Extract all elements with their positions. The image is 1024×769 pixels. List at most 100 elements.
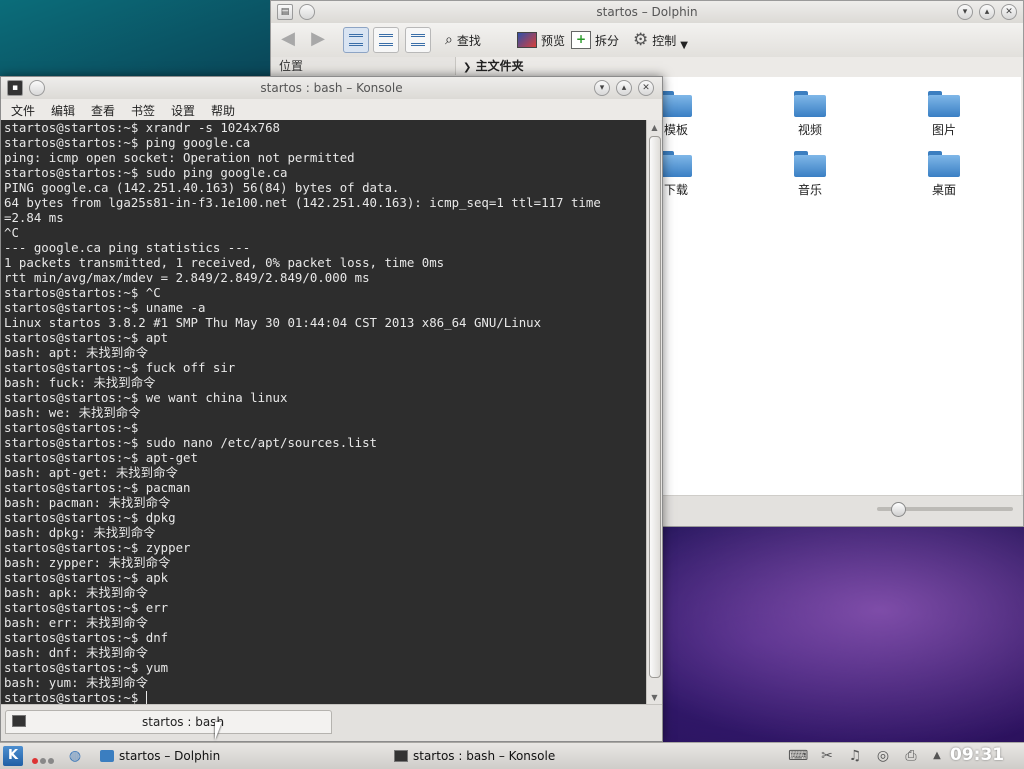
volume-icon[interactable]: ♫ [846, 747, 864, 765]
find-label: 查找 [456, 33, 481, 48]
control-button[interactable]: ⚙ 控制 ▼ [633, 29, 688, 51]
minimize-icon[interactable]: ▾ [957, 4, 973, 20]
konsole-title: startos : bash – Konsole [260, 81, 403, 95]
columns-view-button[interactable] [405, 27, 431, 53]
scroll-up-icon[interactable]: ▲ [647, 121, 662, 135]
split-icon: + [571, 31, 591, 49]
terminal-line: startos@startos:~$ apt-get [4, 450, 198, 465]
maximize-icon[interactable]: ▴ [616, 80, 632, 96]
folder-label: 图片 [931, 123, 956, 137]
folder-item[interactable]: 视频 [765, 91, 855, 138]
dolphin-title: startos – Dolphin [596, 5, 698, 19]
browser-icon[interactable]: ◍ [66, 747, 84, 765]
terminal-line: startos@startos:~$ apk [4, 570, 169, 585]
task-dolphin-label: startos – Dolphin [119, 749, 221, 763]
close-icon[interactable]: ✕ [1001, 4, 1017, 20]
chevron-down-icon: ▼ [680, 39, 688, 51]
terminal-line: startos@startos:~$ pacman [4, 480, 191, 495]
terminal-line: startos@startos:~$ dnf [4, 630, 169, 645]
chevron-up-icon[interactable]: ▲ [928, 747, 946, 765]
mouse-pointer-icon [215, 722, 222, 740]
split-button[interactable]: + 拆分 [571, 29, 619, 51]
terminal-line: bash: apt-get: 未找到命令 [4, 465, 178, 480]
terminal-line: startos@startos:~$ ping google.ca [4, 135, 251, 150]
folder-item[interactable]: 桌面 [899, 151, 989, 198]
preview-icon [517, 32, 537, 48]
terminal-line: bash: we: 未找到命令 [4, 405, 141, 420]
terminal-line: bash: pacman: 未找到命令 [4, 495, 171, 510]
terminal-output[interactable]: startos@startos:~$ xrandr -s 1024x768 sta… [1, 120, 646, 706]
pager-icon[interactable] [32, 753, 56, 767]
folder-icon [794, 91, 826, 117]
file-view[interactable]: 模板 视频 图片 下载 音乐 桌面 [660, 77, 1021, 497]
terminal-line: startos@startos:~$ ^C [4, 285, 161, 300]
menu-settings[interactable]: 设置 [171, 102, 195, 119]
menu-edit[interactable]: 编辑 [51, 102, 75, 119]
folder-icon [660, 91, 692, 117]
menu-file[interactable]: 文件 [11, 102, 35, 119]
task-dolphin[interactable]: startos – Dolphin [100, 743, 220, 769]
konsole-titlebar[interactable]: ▪ startos : bash – Konsole ▾ ▴ ✕ [1, 77, 662, 99]
minimize-icon[interactable]: ▾ [594, 80, 610, 96]
folder-icon [928, 91, 960, 117]
scrollbar-thumb[interactable] [649, 136, 661, 678]
terminal-line: startos@startos:~$ [4, 420, 139, 435]
dolphin-toolbar: ◀ ▶ ⌕ 查找 预览 + 拆分 ⚙ 控制 ▼ [271, 23, 1023, 57]
terminal-line: bash: err: 未找到命令 [4, 615, 149, 630]
terminal-line: startos@startos:~$ dpkg [4, 510, 176, 525]
session-tab[interactable]: startos : bash [5, 710, 332, 734]
terminal-line: bash: yum: 未找到命令 [4, 675, 149, 690]
terminal-line: ^C [4, 225, 19, 240]
terminal-line: bash: dnf: 未找到命令 [4, 645, 149, 660]
menu-view[interactable]: 查看 [91, 102, 115, 119]
zoom-slider[interactable] [877, 502, 1013, 517]
folder-label: 模板 [663, 123, 688, 137]
maximize-icon[interactable]: ▴ [979, 4, 995, 20]
gear-icon: ⚙ [633, 30, 649, 50]
taskbar: K ◍ startos – Dolphin startos : bash – K… [0, 742, 1024, 769]
terminal-line: ping: icmp open socket: Operation not pe… [4, 150, 355, 165]
back-arrow-icon[interactable]: ◀ [277, 29, 299, 51]
printer-icon[interactable]: ⎙ [902, 747, 920, 765]
places-header-bar: 位置 ❯ 主文件夹 [271, 57, 1023, 75]
menu-bookmarks[interactable]: 书签 [131, 102, 155, 119]
keyboard-icon[interactable]: ⌨ [788, 747, 808, 765]
breadcrumb-home[interactable]: 主文件夹 [476, 59, 524, 73]
terminal-line: startos@startos:~$ fuck off sir [4, 360, 236, 375]
icons-view-button[interactable] [343, 27, 369, 53]
terminal-line: =2.84 ms [4, 210, 64, 225]
terminal-line: startos@startos:~$ uname -a [4, 300, 206, 315]
text-cursor [145, 691, 147, 704]
find-button[interactable]: ⌕ 查找 [445, 29, 481, 51]
control-label: 控制 [652, 33, 677, 48]
terminal-icon [394, 750, 408, 762]
terminal-icon [12, 715, 26, 727]
folder-icon [100, 750, 114, 762]
task-konsole-label: startos : bash – Konsole [413, 749, 556, 763]
dolphin-titlebar[interactable]: ▤ startos – Dolphin ▾ ▴ ✕ [271, 1, 1023, 23]
network-icon[interactable]: ◎ [874, 747, 892, 765]
clipboard-scissors-icon[interactable]: ✂ [818, 747, 836, 765]
preview-button[interactable]: 预览 [517, 29, 565, 51]
session-tab-label: startos : bash [142, 715, 225, 729]
clock[interactable]: 09:31 [950, 745, 1004, 765]
folder-icon [928, 151, 960, 177]
folder-icon [794, 151, 826, 177]
zoom-slider-handle[interactable] [891, 502, 906, 517]
folder-item[interactable]: 音乐 [765, 151, 855, 198]
folder-item[interactable]: 图片 [899, 91, 989, 138]
menu-help[interactable]: 帮助 [211, 102, 235, 119]
terminal-line: bash: zypper: 未找到命令 [4, 555, 171, 570]
terminal-scrollbar[interactable]: ▲ ▼ [646, 120, 662, 706]
folder-icon [660, 151, 692, 177]
details-view-button[interactable] [373, 27, 399, 53]
scroll-down-icon[interactable]: ▼ [647, 691, 662, 705]
breadcrumb[interactable]: ❯ 主文件夹 [463, 57, 524, 77]
kde-menu-icon[interactable]: K [3, 746, 23, 766]
close-icon[interactable]: ✕ [638, 80, 654, 96]
folder-label: 桌面 [931, 183, 956, 197]
terminal-line: startos@startos:~$ err [4, 600, 169, 615]
task-konsole[interactable]: startos : bash – Konsole [394, 743, 555, 769]
forward-arrow-icon[interactable]: ▶ [307, 29, 329, 51]
terminal-line: 1 packets transmitted, 1 received, 0% pa… [4, 255, 445, 270]
